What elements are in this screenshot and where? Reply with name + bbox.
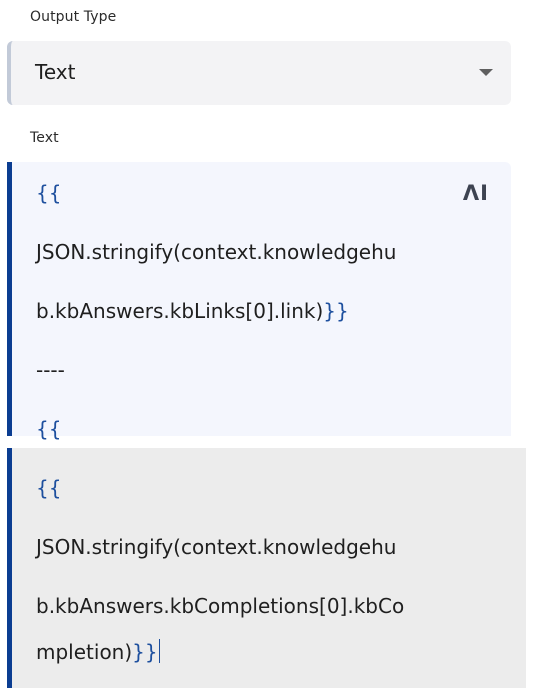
code-open-brace: {{: [36, 181, 62, 205]
code-separator: ----: [36, 358, 65, 382]
text-editor[interactable]: {{ ΛI JSON.stringify(context.knowledgehu…: [7, 162, 511, 441]
code-open-brace: {{: [36, 476, 62, 500]
code-line: JSON.stringify(context.knowledgehu: [36, 240, 397, 264]
output-type-label: Output Type: [30, 9, 117, 25]
code-close-brace: }}: [132, 640, 158, 664]
output-settings-panel: Output Type Text Text {{ ΛI JSON.stringi…: [0, 0, 543, 700]
ai-toggle-icon[interactable]: ΛI: [463, 181, 489, 205]
code-line: JSON.stringify(context.knowledgehu: [36, 535, 397, 559]
expanded-text-editor[interactable]: {{ JSON.stringify(context.knowledgehu b.…: [7, 448, 526, 688]
code-text: mpletion): [36, 640, 133, 664]
code-close-brace: }}: [323, 299, 349, 323]
output-type-select[interactable]: Text: [7, 41, 511, 105]
chevron-down-icon: [479, 69, 493, 76]
code-line: mpletion)}}: [36, 639, 160, 664]
text-field-label: Text: [30, 130, 59, 146]
code-text: b.kbAnswers.kbLinks[0].link): [36, 299, 324, 323]
output-type-selected-value: Text: [35, 60, 76, 84]
text-cursor: [158, 639, 160, 663]
code-open-brace: {{: [36, 417, 62, 441]
code-line: b.kbAnswers.kbLinks[0].link)}}: [36, 299, 349, 323]
code-line: b.kbAnswers.kbCompletions[0].kbCo: [36, 594, 405, 618]
